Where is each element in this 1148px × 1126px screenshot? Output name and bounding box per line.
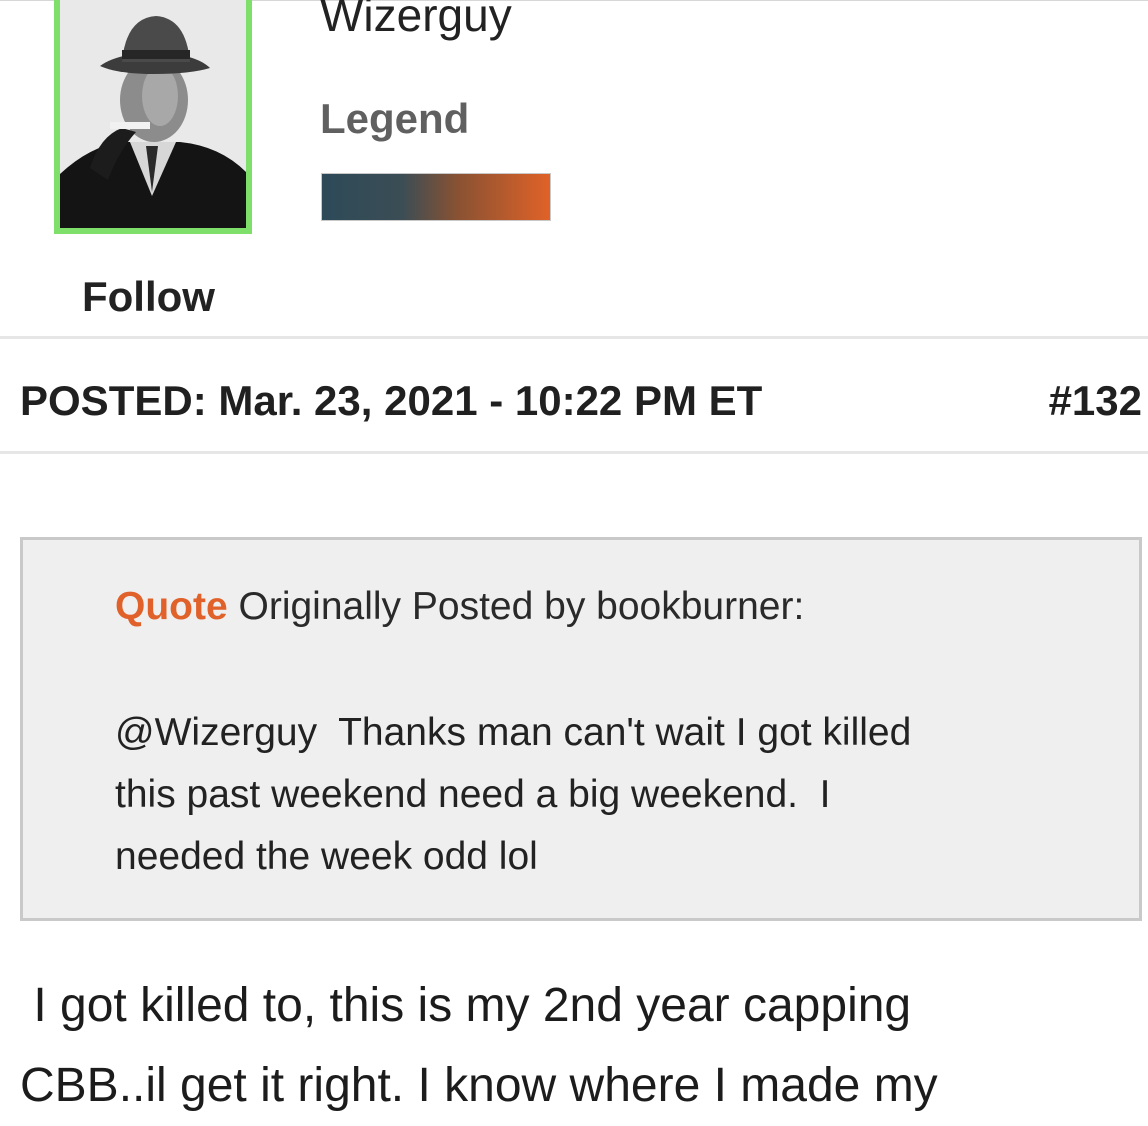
post-number-link[interactable]: #132 [1049, 380, 1142, 422]
quote-attribution: Originally Posted by bookburner: [227, 585, 805, 628]
quote-block: Quote Originally Posted by bookburner: @… [20, 537, 1142, 921]
username[interactable]: Wizerguy [320, 0, 512, 38]
header-divider [0, 336, 1148, 339]
follow-button[interactable]: Follow [82, 276, 215, 318]
rank-progress-fill [322, 174, 550, 220]
quote-header: Quote Originally Posted by bookburner: [115, 585, 805, 629]
user-rank: Legend [320, 95, 470, 142]
user-avatar[interactable] [54, 0, 252, 234]
meta-divider [0, 451, 1148, 454]
avatar-photo [60, 0, 246, 228]
post-body-text: I got killed to, this is my 2nd year cap… [20, 979, 938, 1112]
post-timestamp: POSTED: Mar. 23, 2021 - 10:22 PM ET [20, 377, 763, 424]
quote-text: @Wizerguy Thanks man can't wait I got ki… [115, 711, 912, 878]
quote-label: Quote [115, 585, 228, 628]
rank-progress-bar [321, 173, 551, 221]
